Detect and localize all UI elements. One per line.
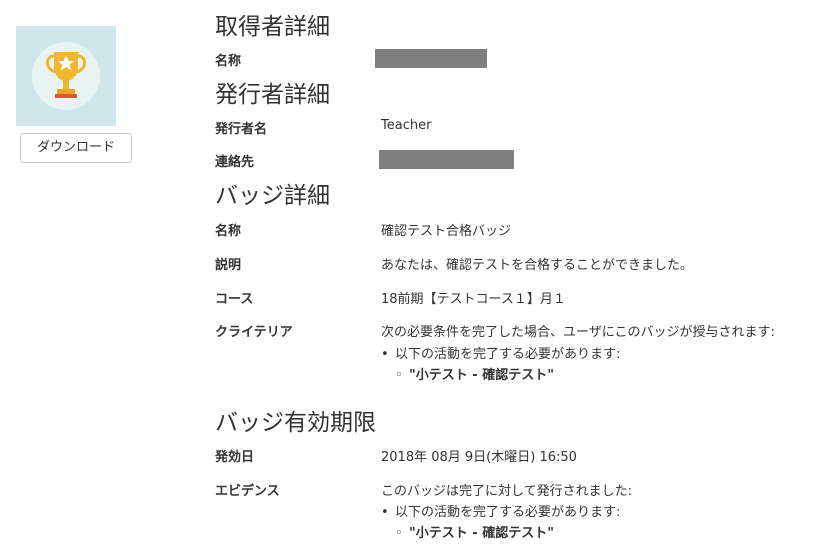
badge-image xyxy=(16,26,116,126)
issuer-name-label: 発行者名 xyxy=(215,122,268,137)
issued-date-value: 2018年 08月 9日(木曜日) 16:50 xyxy=(381,450,577,465)
bullet-icon: • xyxy=(381,347,389,362)
evidence-activity: "小テスト - 確認テスト" xyxy=(409,526,554,541)
badge-description-value: あなたは、確認テストを合格することができました。 xyxy=(381,258,694,273)
issuer-heading: 発行者詳細 xyxy=(215,82,330,108)
badge-description-label: 説明 xyxy=(215,258,242,273)
evidence-label: エビデンス xyxy=(215,484,280,499)
course-label: コース xyxy=(215,292,254,307)
issued-date-label: 発効日 xyxy=(215,450,255,465)
sub-bullet-icon: ◦ xyxy=(395,368,403,383)
sub-bullet-icon: ◦ xyxy=(395,526,403,541)
issuer-name-value: Teacher xyxy=(381,118,432,133)
recipient-heading: 取得者詳細 xyxy=(215,14,330,40)
criteria-label: クライテリア xyxy=(215,325,293,340)
issuer-contact-redacted xyxy=(379,150,514,169)
evidence-intro: このバッジは完了に対して発行されました: xyxy=(381,484,632,499)
course-value: 18前期【テストコース１】月１ xyxy=(381,292,566,307)
issuer-contact-label: 連絡先 xyxy=(215,155,255,170)
criteria-activity: "小テスト - 確認テスト" xyxy=(409,368,554,383)
bullet-icon: • xyxy=(381,505,389,520)
recipient-name-redacted xyxy=(375,49,487,68)
evidence-item-text: 以下の活動を完了する必要があります: xyxy=(395,505,621,520)
badge-name-value: 確認テスト合格バッジ xyxy=(381,224,512,239)
download-button[interactable]: ダウンロード xyxy=(20,133,132,163)
recipient-name-label: 名称 xyxy=(215,54,242,69)
criteria-intro: 次の必要条件を完了した場合、ユーザにこのバッジが授与されます: xyxy=(381,325,775,340)
badge-heading: バッジ詳細 xyxy=(215,183,330,209)
criteria-item-text: 以下の活動を完了する必要があります: xyxy=(395,347,621,362)
expiry-heading: バッジ有効期限 xyxy=(215,410,376,436)
trophy-icon xyxy=(32,42,100,110)
badge-name-label: 名称 xyxy=(215,224,242,239)
